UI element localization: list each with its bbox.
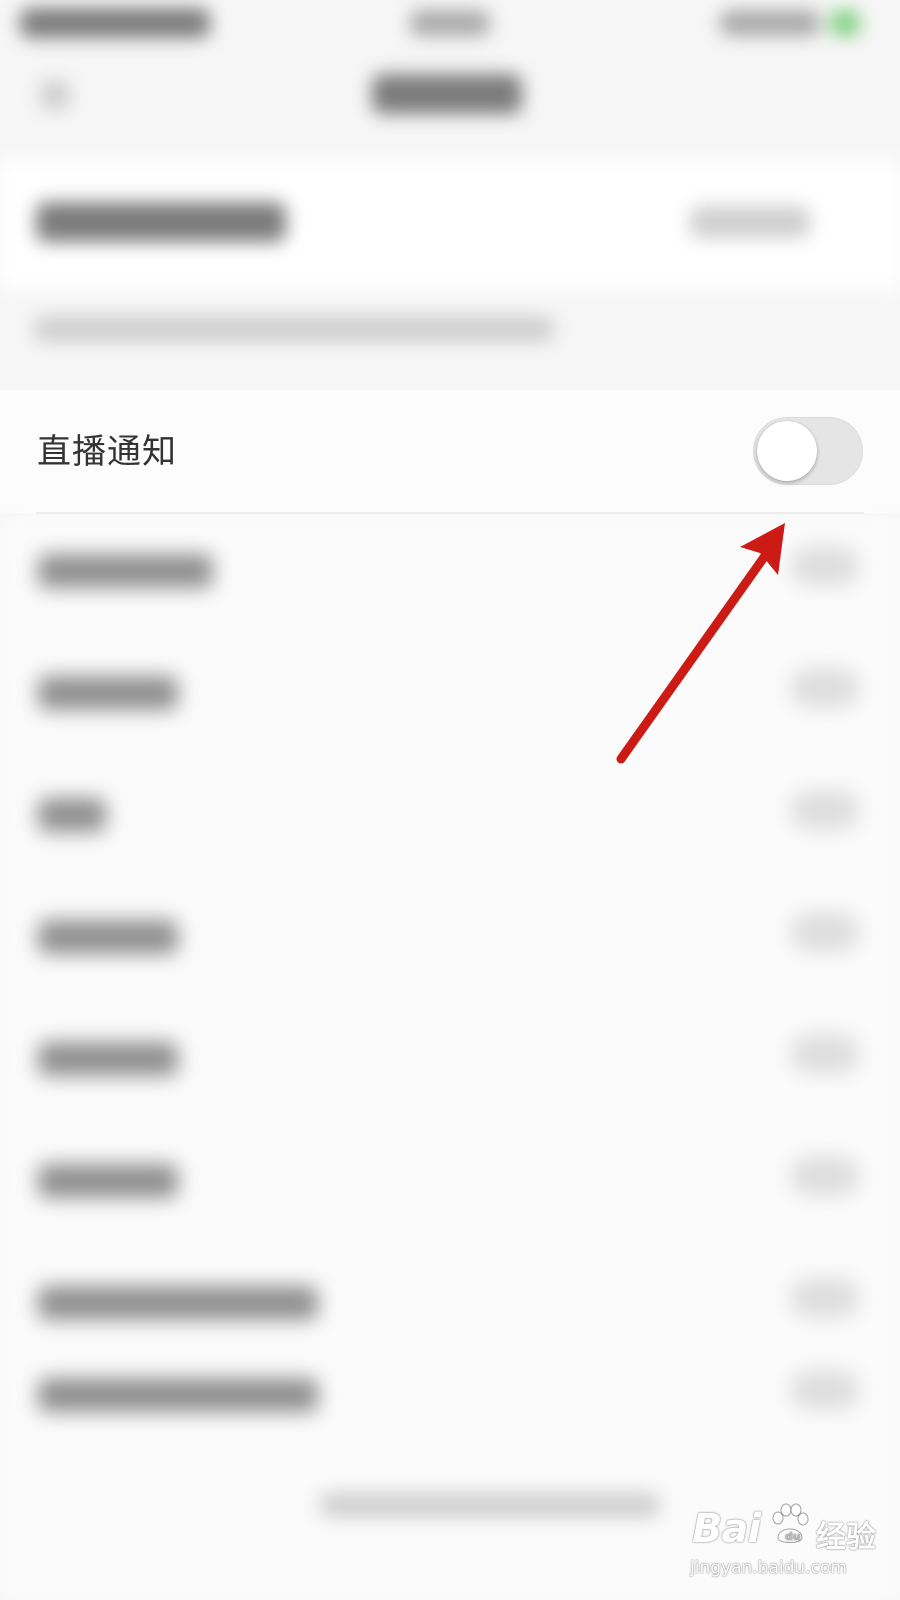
watermark-brand-suffix: 经验	[816, 1520, 876, 1555]
watermark-brand: Bai	[692, 1506, 761, 1552]
toggle-knob	[757, 421, 817, 481]
blurred-header-region	[0, 0, 900, 390]
live-notification-toggle[interactable]	[753, 417, 863, 485]
baidu-jingyan-watermark: Bai du 经验 jingyan.baidu.com	[688, 1502, 888, 1592]
paw-icon: du	[772, 1503, 809, 1543]
row-divider	[36, 512, 864, 514]
blurred-settings-list	[0, 516, 900, 1600]
live-notification-label: 直播通知	[37, 432, 177, 472]
svg-text:du: du	[785, 1530, 801, 1543]
watermark-url: jingyan.baidu.com	[690, 1558, 847, 1578]
settings-screen: 直播通知 Bai du 经验 jingyan.baidu.com	[0, 0, 900, 1600]
